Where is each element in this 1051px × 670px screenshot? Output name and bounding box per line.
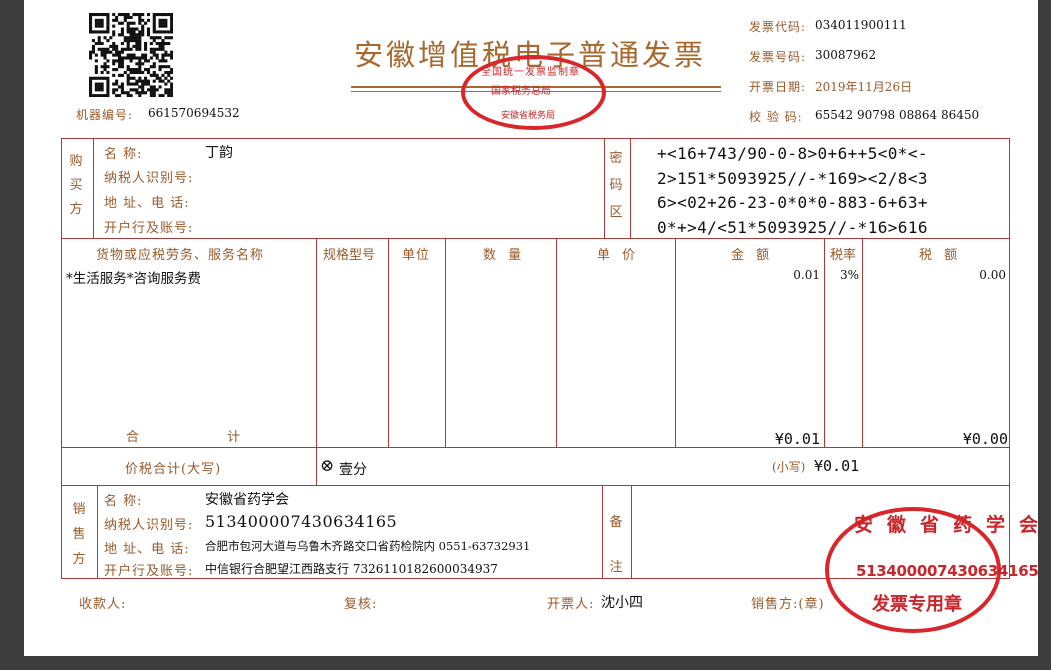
issue-date-label: 开票日期: [749,80,807,94]
header-rate: 税率 [830,248,857,263]
cipher-divider-right [630,138,631,238]
total-label: 合 计 [126,430,283,445]
item-name: *生活服务*咨询服务费 [66,271,201,287]
col-line [862,238,863,447]
cipher-line: 2>151*5093925//-*169><2/8<3 [657,168,928,188]
cipher-section-label: 密码区 [609,145,623,226]
buyer-taxid-label: 纳税人识别号: [104,171,194,186]
buyer-name-label: 名 称: [104,147,143,162]
invoice-number-label: 发票号码: [749,50,807,64]
issuer-label: 开票人: [547,597,595,612]
seller-seal-bottom-text: 发票专用章 [872,594,962,615]
buyer-name: 丁韵 [205,145,233,161]
seller-taxid-label: 纳税人识别号: [104,518,194,533]
check-code: 65542 90798 08864 86450 [815,108,980,122]
seller-bank: 中信银行合肥望江西路支行 7326110182600034937 [205,562,498,576]
seller-name-label: 名 称: [104,494,143,509]
reviewer-label: 复核: [344,597,378,612]
header-qty: 数 量 [483,248,526,263]
issue-date: 2019年11月26日 [815,80,913,94]
buyer-section-text: 购买方 [69,154,83,217]
header-amount: 金 额 [731,248,774,263]
cipher-line: 0*+>4/<51*5093925//-*16>616 [657,217,928,237]
seller-bank-label: 开户行及账号: [104,564,194,579]
buyer-section-label: 购买方 [69,150,83,222]
issuer: 沈小四 [601,595,643,611]
cipher-area: +<16+743/90-0-8>0+6++5<0*<- 2>151*509392… [657,142,928,240]
header-item-name: 货物或应税劳务、服务名称 [96,248,265,263]
buyer-address-label: 地 址、电 话: [104,196,190,211]
item-rate: 3% [839,268,859,282]
total-tax: ¥0.00 [962,430,1008,448]
header-tax: 税 额 [919,248,962,263]
col-line [445,238,446,447]
cipher-divider-left [604,138,605,238]
machine-no-label: 机器编号: [76,108,134,122]
item-amount: 0.01 [793,268,820,282]
seller-section-text: 销售方 [72,502,86,567]
grand-total-bottom-line [61,485,1010,486]
item-tax: 0.00 [979,268,1006,282]
machine-no: 661570694532 [148,106,240,120]
header-spec: 规格型号 [323,248,376,263]
grand-total-lower-label: (小写) [772,460,806,474]
seller-seal-taxid: 513400007430634165 [856,562,1039,580]
grand-total-upper: 壹分 [339,462,367,478]
header-price: 单 价 [597,248,640,263]
remark-divider-right [631,485,632,579]
remark-text: 备注 [609,515,623,575]
seller-divider [97,485,98,579]
seller-address: 合肥市包河大道与乌鲁木齐路交口省药检院内 0551-63732931 [205,539,531,553]
seller-stamp-label: 销售方:(章) [751,597,825,612]
buyer-divider [93,138,94,238]
invoice-code: 034011900111 [815,18,907,32]
seller-section-label: 销售方 [72,497,86,572]
cipher-line: +<16+743/90-0-8>0+6++5<0*<- [657,144,928,163]
payee-label: 收款人: [79,597,127,612]
col-line [316,238,317,447]
cipher-line: 6><02+26-23-0*0*0-883-6+63+ [657,193,928,212]
remark-divider-left [602,485,603,579]
remark-label: 备注 [609,500,623,590]
seal-middle-text: 国家税务总局 [491,86,551,97]
invoice-number: 30087962 [815,48,877,62]
seller-taxid: 513400007430634165 [205,512,398,531]
header-unit: 单位 [402,248,431,263]
grand-total-lower: ¥0.01 [814,457,860,475]
grand-total-label: 价税合计(大写) [125,462,222,477]
qr-code [89,13,173,97]
invoice-page: 机器编号: 661570694532 安徽增值税电子普通发票 全国统一发票监制章… [24,0,1039,656]
col-line [824,238,825,447]
seal-top-text: 全国统一发票监制章 [481,67,580,78]
invoice-code-label: 发票代码: [749,20,807,34]
col-line [388,238,389,447]
seller-seal-arc-text: 安徽省药学会 [854,514,1051,536]
seller-address-label: 地 址、电 话: [104,542,190,557]
total-amount: ¥0.01 [774,430,820,448]
col-line [675,238,676,447]
col-line [556,238,557,447]
buyer-bank-label: 开户行及账号: [104,221,194,236]
check-code-label: 校 验 码: [749,110,803,124]
seller-name: 安徽省药学会 [205,492,289,508]
grand-total-divider [316,447,317,485]
items-bottom-line [61,447,1010,448]
seal-bottom-text: 安徽省税务局 [501,111,556,121]
cipher-section-text: 密码区 [609,151,623,220]
cross-circle-icon: ⊗ [320,456,335,476]
